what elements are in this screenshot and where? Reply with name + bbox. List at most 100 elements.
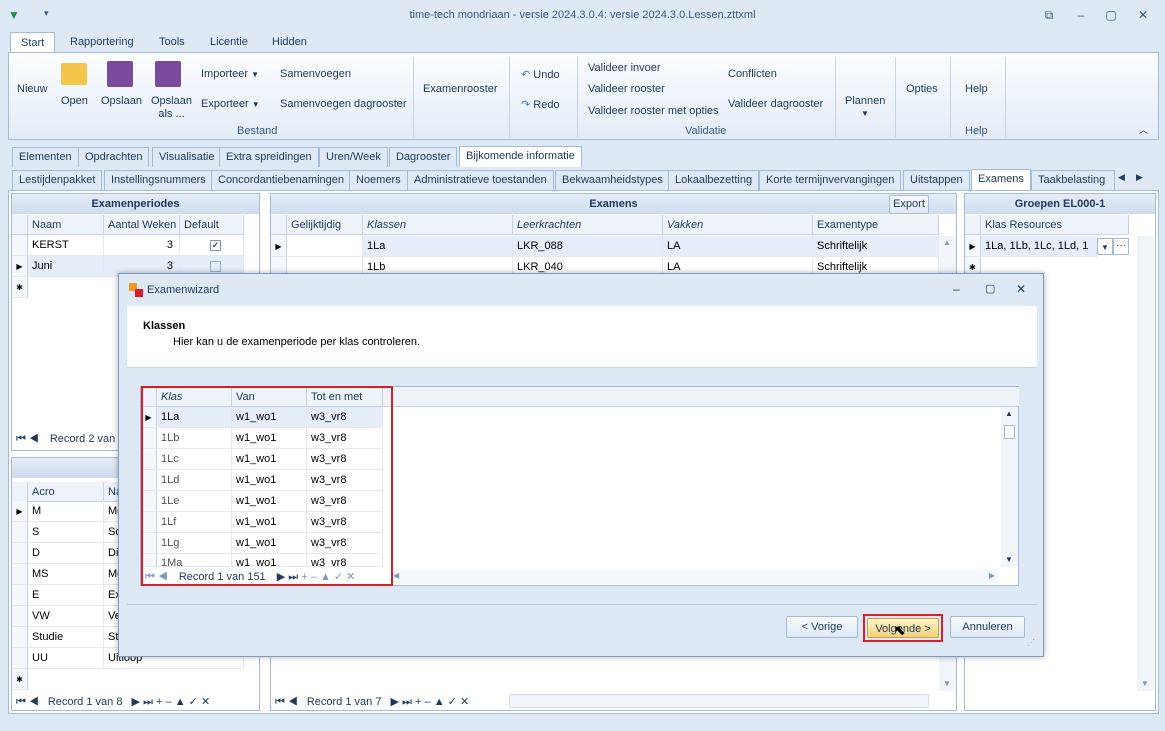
column-header-acro[interactable]: Acro xyxy=(28,482,104,502)
add-record-icon[interactable]: + xyxy=(415,696,421,708)
valideer-invoer-button[interactable]: Valideer invoer xyxy=(588,62,661,74)
new-row-icon[interactable]: ✱ xyxy=(12,277,28,298)
open-folder-icon[interactable] xyxy=(61,63,87,85)
nieuw-button[interactable]: Nieuw xyxy=(17,83,48,95)
vorige-button[interactable]: < Vorige xyxy=(786,616,858,638)
vertical-scrollbar[interactable] xyxy=(1137,236,1154,691)
column-header-naam[interactable]: Naam xyxy=(28,215,104,235)
tab-rapportering[interactable]: Rapportering xyxy=(60,32,144,52)
doctab-bijkomende-informatie[interactable]: Bijkomende informatie xyxy=(459,146,582,167)
table-cell[interactable]: Juni xyxy=(28,256,104,277)
klas-resources-cell[interactable]: 1La, 1Lb, 1Lc, 1Ld, 1 xyxy=(981,236,1097,257)
table-cell[interactable]: UU xyxy=(28,648,104,669)
save-as-icon[interactable] xyxy=(155,61,181,87)
opslaan-button[interactable]: Opslaan xyxy=(101,95,142,107)
subtab-administratieve-toestanden[interactable]: Administratieve toestanden xyxy=(407,170,554,190)
tab-start[interactable]: Start xyxy=(10,32,56,52)
first-record-icon[interactable]: ⏮ xyxy=(16,696,26,708)
collapse-ribbon-icon[interactable]: ︿ xyxy=(1139,123,1148,136)
tab-scroll-left-icon[interactable]: ◀ xyxy=(1118,172,1125,183)
table-cell[interactable]: KERST xyxy=(28,235,104,256)
table-cell[interactable]: 1La xyxy=(363,236,513,257)
prev-record-icon[interactable]: ◀ xyxy=(29,433,39,445)
column-header-klassen[interactable]: Klassen xyxy=(363,215,513,235)
column-header-klas-resources[interactable]: Klas Resources xyxy=(981,215,1129,235)
doctab-extra-spreidingen[interactable]: Extra spreidingen xyxy=(219,147,319,167)
resize-grip-icon[interactable]: ⋰ xyxy=(1027,638,1035,647)
table-cell[interactable]: 3 xyxy=(104,235,180,256)
tab-tools[interactable]: Tools xyxy=(149,32,195,52)
redo-button[interactable]: ↷ Redo xyxy=(521,98,560,111)
opties-button[interactable]: Opties xyxy=(906,83,938,95)
valideer-dagrooster-button[interactable]: Valideer dagrooster xyxy=(728,98,823,110)
ellipsis-button[interactable]: ··· xyxy=(1113,238,1129,255)
annuleren-button[interactable]: Annuleren xyxy=(950,616,1025,638)
next-record-icon[interactable]: ▶ xyxy=(132,696,140,708)
close-icon[interactable]: ✕ xyxy=(1132,6,1154,24)
first-record-icon[interactable]: ⏮ xyxy=(16,433,26,445)
doctab-uren-week[interactable]: Uren/Week xyxy=(319,147,388,167)
app-menu-icon[interactable]: ▼ xyxy=(8,8,24,22)
subtab-lokaalbezetting[interactable]: Lokaalbezetting xyxy=(668,170,760,190)
table-cell[interactable]: VW xyxy=(28,606,104,627)
subtab-examens[interactable]: Examens xyxy=(971,169,1031,190)
subtab-bekwaamheidstypes[interactable]: Bekwaamheidstypes xyxy=(555,170,670,190)
tab-hidden[interactable]: Hidden xyxy=(262,32,317,52)
save-check-icon[interactable]: ✓ xyxy=(448,696,457,708)
subtab-lestijdenpakket[interactable]: Lestijdenpakket xyxy=(12,170,103,190)
tab-scroll-right-icon[interactable]: ▶ xyxy=(1136,172,1143,183)
scroll-left-icon[interactable]: ◀ xyxy=(393,571,399,580)
up-icon[interactable]: ▲ xyxy=(175,696,186,708)
table-cell[interactable]: M xyxy=(28,501,104,522)
table-cell[interactable]: S xyxy=(28,522,104,543)
next-record-icon[interactable]: ▶ xyxy=(391,696,399,708)
up-icon[interactable]: ▲ xyxy=(434,696,445,708)
table-cell[interactable]: LA xyxy=(663,236,813,257)
delete-record-icon[interactable]: – xyxy=(425,696,431,708)
dialog-minimize-icon[interactable]: – xyxy=(953,282,960,296)
restore-icon[interactable]: ⧉ xyxy=(1038,6,1060,24)
default-checkbox[interactable]: ✓ xyxy=(180,235,244,256)
new-row-icon[interactable]: ✱ xyxy=(12,669,28,690)
undo-button[interactable]: ↶ Undo xyxy=(521,68,560,81)
examenrooster-button[interactable]: Examenrooster xyxy=(423,83,498,95)
scroll-up-icon[interactable]: ▲ xyxy=(1005,409,1013,418)
subtab-concordantiebenamingen[interactable]: Concordantiebenamingen xyxy=(211,170,351,190)
first-record-icon[interactable]: ⏮ xyxy=(275,696,285,708)
scroll-thumb[interactable] xyxy=(1004,425,1015,439)
subtab-korte-termijnvervangingen[interactable]: Korte termijnvervangingen xyxy=(759,170,902,190)
samenvoegen-button[interactable]: Samenvoegen xyxy=(280,68,351,80)
cancel-icon[interactable]: ✕ xyxy=(201,696,210,708)
save-disk-icon[interactable] xyxy=(107,61,133,87)
doctab-elementen[interactable]: Elementen xyxy=(12,147,79,167)
valideer-rooster-button[interactable]: Valideer rooster xyxy=(588,83,665,95)
cancel-icon[interactable]: ✕ xyxy=(460,696,469,708)
horizontal-scrollbar[interactable] xyxy=(509,694,929,708)
dialog-close-icon[interactable]: ✕ xyxy=(1016,282,1026,296)
column-header-default[interactable]: Default xyxy=(180,215,244,235)
export-button[interactable]: Export xyxy=(889,195,929,214)
subtab-uitstappen[interactable]: Uitstappen xyxy=(903,170,970,190)
prev-record-icon[interactable]: ◀ xyxy=(288,696,298,708)
scroll-right-icon[interactable]: ▶ xyxy=(989,571,995,580)
subtab-taakbelasting[interactable]: Taakbelasting Ex xyxy=(1031,170,1115,190)
scroll-down-icon[interactable]: ▼ xyxy=(1141,679,1149,688)
table-cell[interactable]: E xyxy=(28,585,104,606)
column-header-gelijktijdig[interactable]: Gelijktijdig xyxy=(287,215,363,235)
doctab-visualisatie[interactable]: Visualisatie xyxy=(152,147,222,167)
conflicten-button[interactable]: Conflicten xyxy=(728,68,777,80)
table-cell[interactable] xyxy=(287,236,363,257)
exporteer-dropdown[interactable]: Exporteer ▼ xyxy=(201,98,260,110)
dropdown-chevron-icon[interactable]: ▼ xyxy=(1097,238,1113,255)
plannen-button[interactable]: Plannen xyxy=(845,95,885,107)
last-record-icon[interactable]: ⏭ xyxy=(402,696,412,708)
table-cell[interactable]: LKR_088 xyxy=(513,236,663,257)
add-record-icon[interactable]: + xyxy=(156,696,162,708)
delete-record-icon[interactable]: – xyxy=(166,696,172,708)
last-record-icon[interactable]: ⏭ xyxy=(143,696,153,708)
importeer-dropdown[interactable]: Importeer ▼ xyxy=(201,68,259,80)
valideer-rooster-opties-button[interactable]: Valideer rooster met opties xyxy=(588,105,719,117)
subtab-instellingsnummers[interactable]: Instellingsnummers xyxy=(104,170,213,190)
scroll-down-icon[interactable]: ▼ xyxy=(1005,555,1013,564)
samenvoegen-dagrooster-button[interactable]: Samenvoegen dagrooster xyxy=(280,98,407,110)
